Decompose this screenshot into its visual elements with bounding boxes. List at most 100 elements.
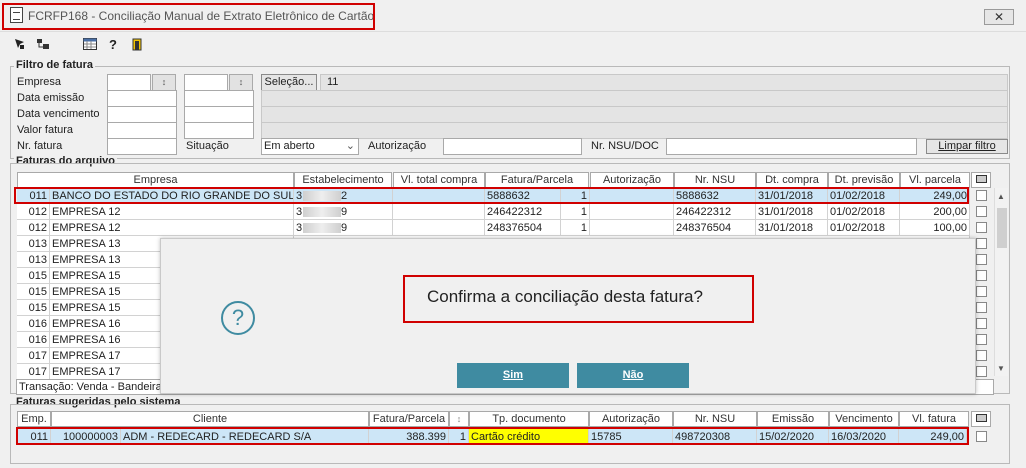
data-vencimento-to-input[interactable] — [184, 106, 254, 123]
nao-button[interactable]: Não — [577, 363, 689, 388]
row-vl-parcela: 100,00 — [900, 220, 970, 236]
column-header: Emp. — [17, 411, 51, 427]
row-dt-previsao: 01/02/2018 — [828, 220, 900, 236]
row-estabelecimento-suffix: 9 — [341, 206, 348, 218]
chevron-down-icon: ⌄ — [345, 140, 355, 152]
row-nsu: 248376504 — [674, 220, 756, 236]
column-header: Estabelecimento — [294, 172, 392, 188]
filter-group-label: Filtro de fatura — [14, 59, 96, 71]
column-header: Autorização — [589, 411, 673, 427]
column-header: Nr. NSU — [673, 411, 757, 427]
row-parcela: 1 — [561, 220, 590, 236]
row-autorizacao — [590, 220, 674, 236]
cursor-icon[interactable] — [13, 38, 27, 52]
row-nsu: 246422312 — [674, 204, 756, 220]
checkbox-icon — [976, 175, 987, 183]
calendar-icon[interactable] — [82, 38, 98, 52]
row-checkbox[interactable] — [976, 190, 987, 201]
situacao-select[interactable]: Em aberto ⌄ — [261, 138, 359, 155]
row-emp: 015 — [17, 268, 50, 284]
transaction-status-text: Transação: Venda - Bandeira — [19, 381, 162, 393]
row-checkbox[interactable] — [976, 334, 987, 345]
suggested-row-highlight — [16, 427, 969, 445]
blurred-estabelecimento — [303, 207, 341, 217]
row-checkbox[interactable] — [976, 318, 987, 329]
sort-icon[interactable]: ↕ — [449, 411, 469, 427]
empresa-from-lookup-button[interactable]: ↕ — [152, 74, 176, 91]
row-checkbox[interactable] — [976, 350, 987, 361]
data-emissao-from-input[interactable] — [107, 90, 177, 107]
row-fatura: 246422312 — [485, 204, 561, 220]
dialog-message: Confirma a conciliação desta fatura? — [427, 287, 703, 306]
row-checkbox[interactable] — [976, 222, 987, 233]
select-all-header[interactable] — [971, 172, 991, 188]
column-header: Dt. compra — [756, 172, 828, 188]
row-checkbox[interactable] — [976, 302, 987, 313]
nsu-input[interactable] — [666, 138, 917, 155]
row-checkbox[interactable] — [976, 238, 987, 249]
sug-checkbox[interactable] — [976, 431, 987, 442]
situacao-label: Situação — [186, 140, 229, 152]
column-header: Fatura/Parcela — [369, 411, 449, 427]
blurred-estabelecimento — [303, 223, 341, 233]
empresa-to-input[interactable] — [184, 74, 228, 91]
data-emissao-to-input[interactable] — [184, 90, 254, 107]
column-header: Vl. fatura — [899, 411, 969, 427]
row-emp: 012 — [17, 220, 50, 236]
row-empresa-nome: EMPRESA 12 — [50, 220, 294, 236]
close-button[interactable]: ✕ — [984, 9, 1014, 25]
row-emp: 015 — [17, 284, 50, 300]
tree-icon[interactable] — [35, 38, 51, 52]
row-vl-total — [393, 220, 485, 236]
exit-icon[interactable] — [130, 38, 144, 52]
empresa-from-input[interactable] — [107, 74, 151, 91]
row-checkbox[interactable] — [976, 206, 987, 217]
row-emp: 012 — [17, 204, 50, 220]
row-checkbox[interactable] — [976, 270, 987, 281]
column-header: Nr. NSU — [674, 172, 756, 188]
column-header: Tp. documento — [469, 411, 589, 427]
row-emp: 017 — [17, 364, 50, 380]
row-emp: 016 — [17, 316, 50, 332]
select-all-header[interactable] — [971, 411, 991, 427]
row-checkbox[interactable] — [976, 366, 987, 377]
valor-fatura-to-input[interactable] — [184, 122, 254, 139]
limpar-filtro-button[interactable]: Limpar filtro — [926, 139, 1008, 154]
autorizacao-input[interactable] — [443, 138, 582, 155]
column-header: Fatura/Parcela — [485, 172, 589, 188]
row-vl-parcela: 200,00 — [900, 204, 970, 220]
row-checkbox[interactable] — [976, 286, 987, 297]
scroll-thumb[interactable] — [997, 208, 1007, 248]
row-dt-previsao: 01/02/2018 — [828, 204, 900, 220]
row-dt-compra: 31/01/2018 — [756, 204, 828, 220]
question-icon: ? — [221, 301, 255, 335]
row-parcela: 1 — [561, 204, 590, 220]
empresa-to-lookup-button[interactable]: ↕ — [229, 74, 253, 91]
help-icon[interactable]: ? — [107, 38, 119, 52]
selected-row-highlight — [14, 187, 969, 204]
scroll-down-icon[interactable]: ▼ — [997, 364, 1005, 373]
autorizacao-label: Autorização — [368, 140, 427, 152]
row-emp: 017 — [17, 348, 50, 364]
selecao-button[interactable]: Seleção... — [261, 74, 317, 91]
nr-fatura-label: Nr. fatura — [17, 140, 63, 152]
row-empresa-nome: EMPRESA 12 — [50, 204, 294, 220]
title-highlight-box — [2, 3, 375, 30]
valor-fatura-from-input[interactable] — [107, 122, 177, 139]
valor-fatura-label: Valor fatura — [17, 124, 74, 136]
row-emp: 013 — [17, 236, 50, 252]
row-emp: 015 — [17, 300, 50, 316]
gray-field-1 — [261, 90, 1008, 107]
confirm-dialog: ? Confirma a conciliação desta fatura? S… — [160, 238, 976, 394]
selecao-value: 11 — [320, 74, 1008, 91]
faturas-scrollbar[interactable]: ▲ ▼ — [994, 188, 1008, 376]
column-header: Vencimento — [829, 411, 899, 427]
column-header: Empresa — [17, 172, 294, 188]
row-estabelecimento-suffix: 9 — [341, 222, 348, 234]
column-header: Dt. previsão — [828, 172, 900, 188]
data-vencimento-from-input[interactable] — [107, 106, 177, 123]
sim-button[interactable]: Sim — [457, 363, 569, 388]
nr-fatura-input[interactable] — [107, 138, 177, 155]
scroll-up-icon[interactable]: ▲ — [997, 192, 1005, 201]
row-checkbox[interactable] — [976, 254, 987, 265]
